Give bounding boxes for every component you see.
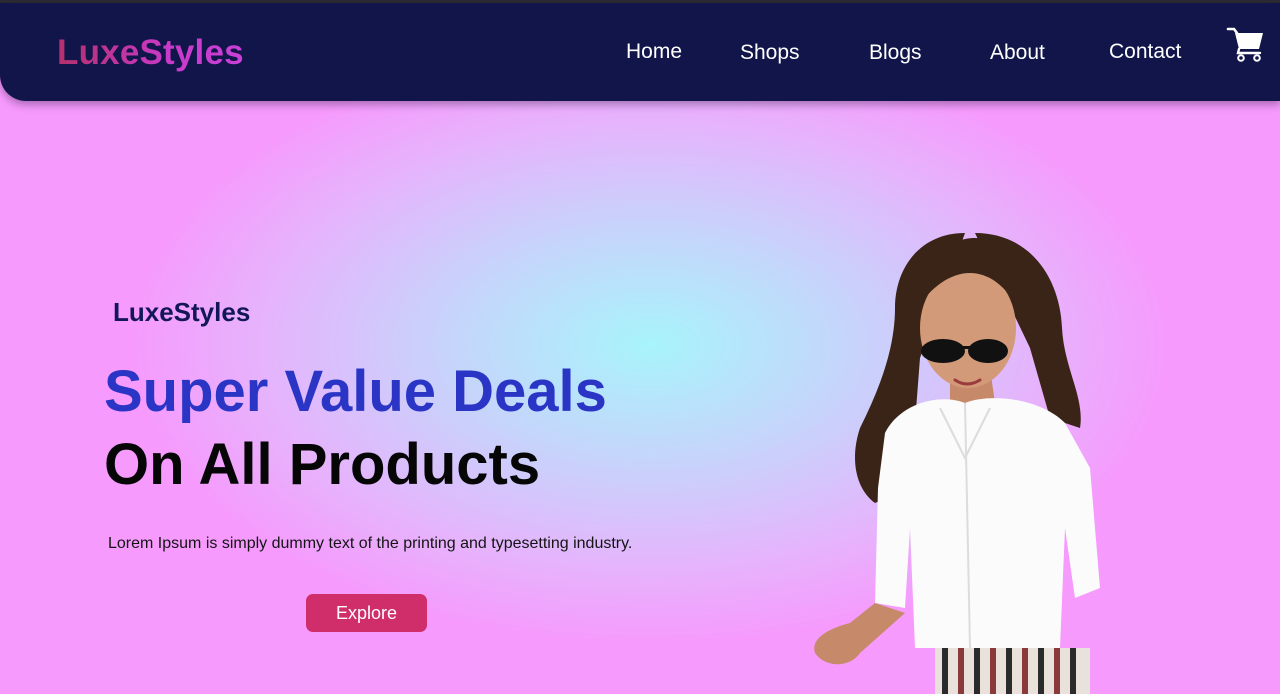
navbar: LuxeStyles Home Shops Blogs About Contac… [0,3,1280,101]
nav-home[interactable]: Home [626,40,682,64]
hero-description: Lorem Ipsum is simply dummy text of the … [108,535,633,552]
brand-logo[interactable]: LuxeStyles [57,33,244,73]
hero-model-image [800,228,1160,694]
hero-headline: On All Products [104,432,541,497]
hero-headline-accent: Super Value Deals [104,359,607,424]
shopping-cart-icon[interactable] [1226,25,1266,63]
nav-contact[interactable]: Contact [1109,40,1181,64]
nav-shops[interactable]: Shops [740,41,800,65]
nav-about[interactable]: About [990,41,1045,65]
hero-brand: LuxeStyles [113,297,251,327]
explore-button[interactable]: Explore [306,594,427,632]
nav-blogs[interactable]: Blogs [869,41,922,65]
